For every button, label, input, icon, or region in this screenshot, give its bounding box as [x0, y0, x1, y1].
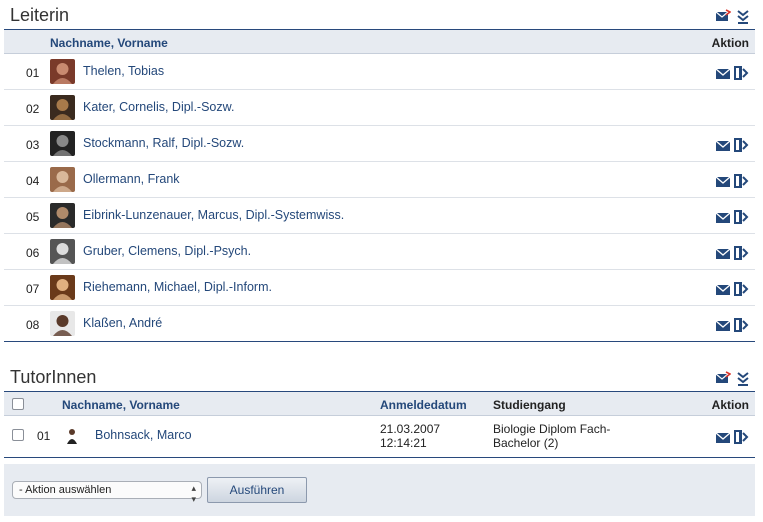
row-number: 06 — [26, 246, 40, 260]
member-name-link[interactable]: Ollermann, Frank — [83, 172, 180, 186]
table-row: 01 Thelen, Tobias — [4, 54, 755, 90]
member-name-link[interactable]: Eibrink-Lunzenauer, Marcus, Dipl.-System… — [83, 208, 344, 222]
mail-icon[interactable] — [715, 212, 731, 226]
bulk-action-select[interactable]: - Aktion auswählen ▴ ▾ — [12, 481, 202, 504]
avatar — [64, 426, 80, 446]
row-actions — [715, 246, 749, 263]
leiterin-header-icons — [715, 9, 749, 24]
member-name-link[interactable]: Kater, Cornelis, Dipl.-Sozw. — [83, 100, 234, 114]
select-all-checkbox[interactable] — [12, 398, 24, 410]
tutorinnen-title: TutorInnen — [10, 367, 97, 387]
profile-arrow-icon[interactable] — [733, 138, 749, 155]
mail-icon[interactable] — [715, 320, 731, 334]
member-name-link[interactable]: Gruber, Clemens, Dipl.-Psych. — [83, 244, 251, 258]
row-actions — [715, 282, 749, 299]
table-row: 01 Bohnsack, Marco 21.03.2007 12:14:21 B… — [4, 416, 755, 458]
column-study-header: Studiengang — [493, 398, 566, 412]
mail-all-icon[interactable] — [715, 9, 731, 24]
profile-arrow-icon[interactable] — [733, 174, 749, 191]
leiterin-title: Leiterin — [10, 5, 70, 25]
leiterin-column-header: Nachname, Vorname Aktion — [4, 30, 755, 54]
profile-arrow-icon[interactable] — [733, 430, 749, 447]
profile-arrow-icon[interactable] — [733, 210, 749, 227]
mail-icon[interactable] — [715, 248, 731, 262]
mail-icon[interactable] — [715, 176, 731, 190]
export-icon[interactable] — [737, 371, 749, 386]
column-action-header: Aktion — [711, 36, 749, 50]
member-name-link[interactable]: Riehemann, Michael, Dipl.-Inform. — [83, 280, 272, 294]
column-name-header[interactable]: Nachname, Vorname — [62, 398, 180, 412]
row-checkbox[interactable] — [12, 429, 24, 441]
avatar — [50, 59, 75, 84]
mail-all-icon[interactable] — [715, 371, 731, 386]
leiterin-section: Leiterin Nachname, Vorname Aktion 01 Thel… — [4, 0, 755, 342]
row-number: 07 — [26, 282, 40, 296]
study-program: Biologie Diplom Fach- Bachelor (2) — [493, 422, 610, 450]
row-actions — [715, 138, 749, 155]
row-number: 02 — [26, 102, 40, 116]
leiterin-list: 01 Thelen, Tobias 02 Kater, Cornelis, Dipl.… — [4, 54, 755, 342]
mail-icon[interactable] — [715, 284, 731, 298]
bulk-action-bar: - Aktion auswählen ▴ ▾ Ausführen — [4, 464, 755, 516]
tutorinnen-section: TutorInnen Nachname, Vorname Anmeldedatu… — [4, 362, 755, 458]
row-actions — [715, 430, 749, 447]
member-name-link[interactable]: Thelen, Tobias — [83, 64, 164, 78]
avatar — [50, 203, 75, 228]
profile-arrow-icon[interactable] — [733, 282, 749, 299]
table-row: 05 Eibrink-Lunzenauer, Marcus, Dipl.-Syst… — [4, 198, 755, 234]
mail-icon[interactable] — [715, 68, 731, 82]
study-program-line: Biologie Diplom Fach- — [493, 422, 611, 436]
avatar — [50, 131, 75, 156]
tutorinnen-column-header: Nachname, Vorname Anmeldedatum Studienga… — [4, 392, 755, 416]
tutorinnen-header-icons — [715, 371, 749, 386]
row-actions — [715, 210, 749, 227]
row-number: 04 — [26, 174, 40, 188]
avatar — [50, 275, 75, 300]
member-name-link[interactable]: Bohnsack, Marco — [95, 428, 192, 442]
avatar — [50, 95, 75, 120]
member-name-link[interactable]: Klaßen, André — [83, 316, 162, 330]
tutorinnen-header: TutorInnen — [4, 362, 755, 392]
column-date-header[interactable]: Anmeldedatum — [380, 398, 467, 412]
row-actions — [715, 174, 749, 191]
table-row: 06 Gruber, Clemens, Dipl.-Psych. — [4, 234, 755, 270]
select-arrows-icon: ▴ ▾ — [191, 483, 196, 504]
registration-date: 21.03.2007 12:14:21 — [380, 422, 440, 450]
table-row: 02 Kater, Cornelis, Dipl.-Sozw. — [4, 90, 755, 126]
execute-button[interactable]: Ausführen — [207, 477, 307, 503]
export-icon[interactable] — [737, 9, 749, 24]
profile-arrow-icon[interactable] — [733, 66, 749, 83]
column-action-header: Aktion — [711, 398, 749, 412]
row-actions — [715, 66, 749, 83]
member-name-link[interactable]: Stockmann, Ralf, Dipl.-Sozw. — [83, 136, 244, 150]
registration-date-line: 21.03.2007 — [380, 422, 441, 436]
mail-icon[interactable] — [715, 140, 731, 154]
table-row: 07 Riehemann, Michael, Dipl.-Inform. — [4, 270, 755, 306]
table-row: 04 Ollermann, Frank — [4, 162, 755, 198]
row-number: 03 — [26, 138, 40, 152]
row-number: 08 — [26, 318, 40, 332]
registration-time-line: 12:14:21 — [380, 436, 427, 450]
row-actions — [715, 318, 749, 335]
row-number: 01 — [26, 66, 40, 80]
bulk-action-select-value: - Aktion auswählen — [19, 484, 112, 496]
avatar — [50, 239, 75, 264]
row-number: 01 — [37, 429, 51, 443]
row-number: 05 — [26, 210, 40, 224]
table-row: 08 Klaßen, André — [4, 306, 755, 342]
profile-arrow-icon[interactable] — [733, 246, 749, 263]
avatar — [50, 311, 75, 336]
table-row: 03 Stockmann, Ralf, Dipl.-Sozw. — [4, 126, 755, 162]
mail-icon[interactable] — [715, 432, 731, 446]
avatar — [50, 167, 75, 192]
leiterin-header: Leiterin — [4, 0, 755, 30]
column-name-header[interactable]: Nachname, Vorname — [50, 36, 168, 50]
profile-arrow-icon[interactable] — [733, 318, 749, 335]
study-program-line: Bachelor (2) — [493, 436, 559, 450]
